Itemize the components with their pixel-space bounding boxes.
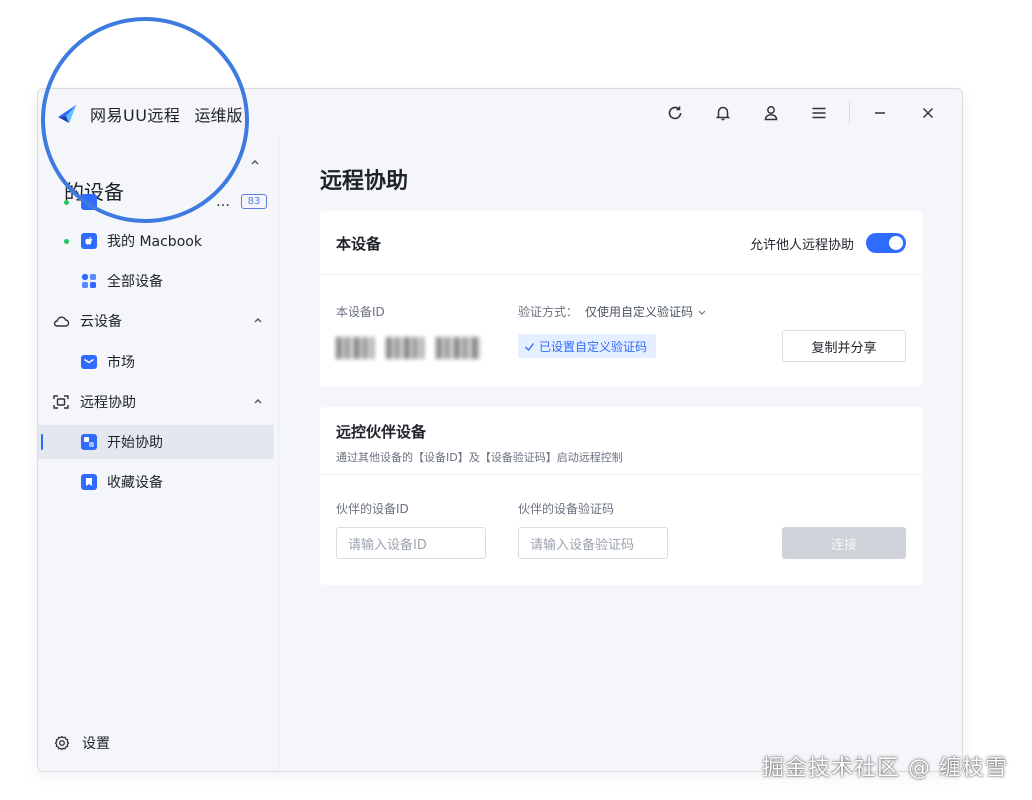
verify-method-label: 验证方式： bbox=[518, 305, 579, 319]
online-dot bbox=[64, 199, 69, 205]
close-icon bbox=[923, 108, 933, 118]
check-icon bbox=[525, 342, 535, 351]
sidebar-item-all-devices[interactable]: 全部设备 bbox=[38, 264, 274, 298]
sidebar: 的设备 … 83 我的 Macbook 全部设备 云设备 市场 远程协助 开始协… bbox=[38, 137, 279, 771]
verified-status-text: 已设置自定义验证码 bbox=[539, 339, 648, 354]
settings-button[interactable]: 设置 bbox=[54, 733, 110, 753]
menu-button[interactable] bbox=[795, 99, 843, 127]
connect-button[interactable]: 连接 bbox=[782, 527, 906, 559]
windows-device-icon bbox=[79, 192, 99, 212]
verify-method-value: 仅使用自定义验证码 bbox=[585, 305, 694, 319]
partner-code-label: 伙伴的设备验证码 bbox=[518, 502, 615, 516]
verified-status-tag: 已设置自定义验证码 bbox=[518, 334, 657, 358]
card-title: 本设备 bbox=[336, 235, 382, 253]
allow-assist-label: 允许他人远程协助 bbox=[749, 237, 854, 253]
sidebar-item-label: 市场 bbox=[107, 355, 135, 371]
card-header: 本设备 允许他人远程协助 bbox=[320, 211, 922, 275]
sidebar-item-label: … bbox=[216, 194, 230, 210]
start-assist-icon bbox=[79, 432, 99, 452]
sidebar-item-favorites[interactable]: 收藏设备 bbox=[38, 465, 274, 499]
card-subtitle: 通过其他设备的【设备ID】及【设备验证码】启动远程控制 bbox=[336, 451, 623, 464]
page-title: 远程协助 bbox=[320, 169, 409, 194]
sidebar-item-start-assist[interactable]: 开始协助 bbox=[38, 425, 274, 459]
partner-id-placeholder: 请输入设备ID bbox=[348, 537, 427, 553]
sidebar-item-label: 收藏设备 bbox=[107, 475, 163, 491]
minimize-icon bbox=[875, 112, 885, 114]
main-panel: 远程协助 本设备 允许他人远程协助 本设备ID 验证方式： 仅使用自定义验证码 bbox=[280, 137, 962, 771]
app-edition: 运维版 bbox=[194, 106, 243, 125]
bookmark-icon bbox=[79, 472, 99, 492]
collapse-chevron-icon bbox=[254, 399, 262, 404]
allow-assist-toggle[interactable] bbox=[866, 233, 906, 253]
cloud-icon bbox=[53, 316, 70, 327]
apple-icon bbox=[79, 231, 99, 251]
device-count-badge: 83 bbox=[241, 194, 267, 209]
cloud-devices-label: 云设备 bbox=[80, 314, 122, 330]
close-button[interactable] bbox=[904, 99, 952, 127]
gear-icon bbox=[54, 735, 70, 751]
account-button[interactable] bbox=[747, 99, 795, 127]
app-logo-icon bbox=[58, 105, 76, 123]
remote-assist-group[interactable]: 远程协助 bbox=[52, 391, 264, 413]
collapse-mydevices-chevron-icon[interactable] bbox=[249, 156, 261, 168]
watermark: 掘金技术社区 @ 缠枝雪 bbox=[762, 756, 1008, 781]
sidebar-item-label: 全部设备 bbox=[107, 274, 163, 290]
partner-id-input[interactable]: 请输入设备ID bbox=[336, 527, 486, 559]
sidebar-item-label: 开始协助 bbox=[107, 435, 163, 451]
sidebar-item-label: 我的 Macbook bbox=[107, 234, 202, 250]
sidebar-item-macbook[interactable]: 我的 Macbook bbox=[38, 224, 274, 258]
refresh-icon bbox=[668, 106, 682, 120]
card-title: 远控伙伴设备 bbox=[336, 423, 427, 441]
partner-code-input[interactable]: 请输入设备验证码 bbox=[518, 527, 668, 559]
user-icon bbox=[764, 106, 778, 121]
verify-method-select[interactable]: 仅使用自定义验证码 bbox=[585, 303, 707, 320]
remote-assist-icon bbox=[53, 395, 69, 409]
title-divider bbox=[849, 102, 850, 124]
card-header: 远控伙伴设备 通过其他设备的【设备ID】及【设备验证码】启动远程控制 bbox=[320, 407, 922, 475]
title-bar: 网易UU远程 运维版 bbox=[38, 89, 962, 137]
allow-assist-toggle-row: 允许他人远程协助 bbox=[750, 233, 906, 253]
partner-device-card: 远控伙伴设备 通过其他设备的【设备ID】及【设备验证码】启动远程控制 伙伴的设备… bbox=[320, 407, 922, 585]
device-id-value-redacted bbox=[336, 337, 480, 359]
app-name: 网易UU远程 bbox=[90, 106, 181, 125]
brand: 网易UU远程 运维版 bbox=[56, 102, 242, 126]
sidebar-item-market[interactable]: 市场 bbox=[38, 345, 274, 379]
collapse-chevron-icon bbox=[254, 318, 262, 323]
copy-share-button[interactable]: 复制并分享 bbox=[782, 330, 906, 362]
title-actions bbox=[651, 99, 952, 127]
sidebar-item-device-1[interactable]: … 83 bbox=[38, 185, 274, 219]
app-window: 网易UU远程 运维版 的设备 … 83 我的 Macbook 全部设备 云设备 … bbox=[37, 88, 963, 772]
menu-icon bbox=[812, 107, 826, 119]
online-dot bbox=[64, 238, 69, 244]
notification-button[interactable] bbox=[699, 99, 747, 127]
partner-id-label: 伙伴的设备ID bbox=[336, 502, 409, 516]
minimize-button[interactable] bbox=[856, 99, 904, 127]
remote-assist-label: 远程协助 bbox=[80, 395, 136, 411]
chevron-down-icon bbox=[698, 310, 706, 315]
refresh-button[interactable] bbox=[651, 99, 699, 127]
cloud-devices-group[interactable]: 云设备 bbox=[52, 310, 264, 332]
device-id-label: 本设备ID bbox=[336, 305, 385, 319]
partner-code-placeholder: 请输入设备验证码 bbox=[530, 537, 635, 553]
this-device-card: 本设备 允许他人远程协助 本设备ID 验证方式： 仅使用自定义验证码 已设置自定… bbox=[320, 211, 922, 387]
grid-icon bbox=[79, 271, 99, 291]
bell-icon bbox=[715, 106, 731, 121]
settings-label: 设置 bbox=[82, 736, 110, 752]
market-icon bbox=[79, 352, 99, 372]
